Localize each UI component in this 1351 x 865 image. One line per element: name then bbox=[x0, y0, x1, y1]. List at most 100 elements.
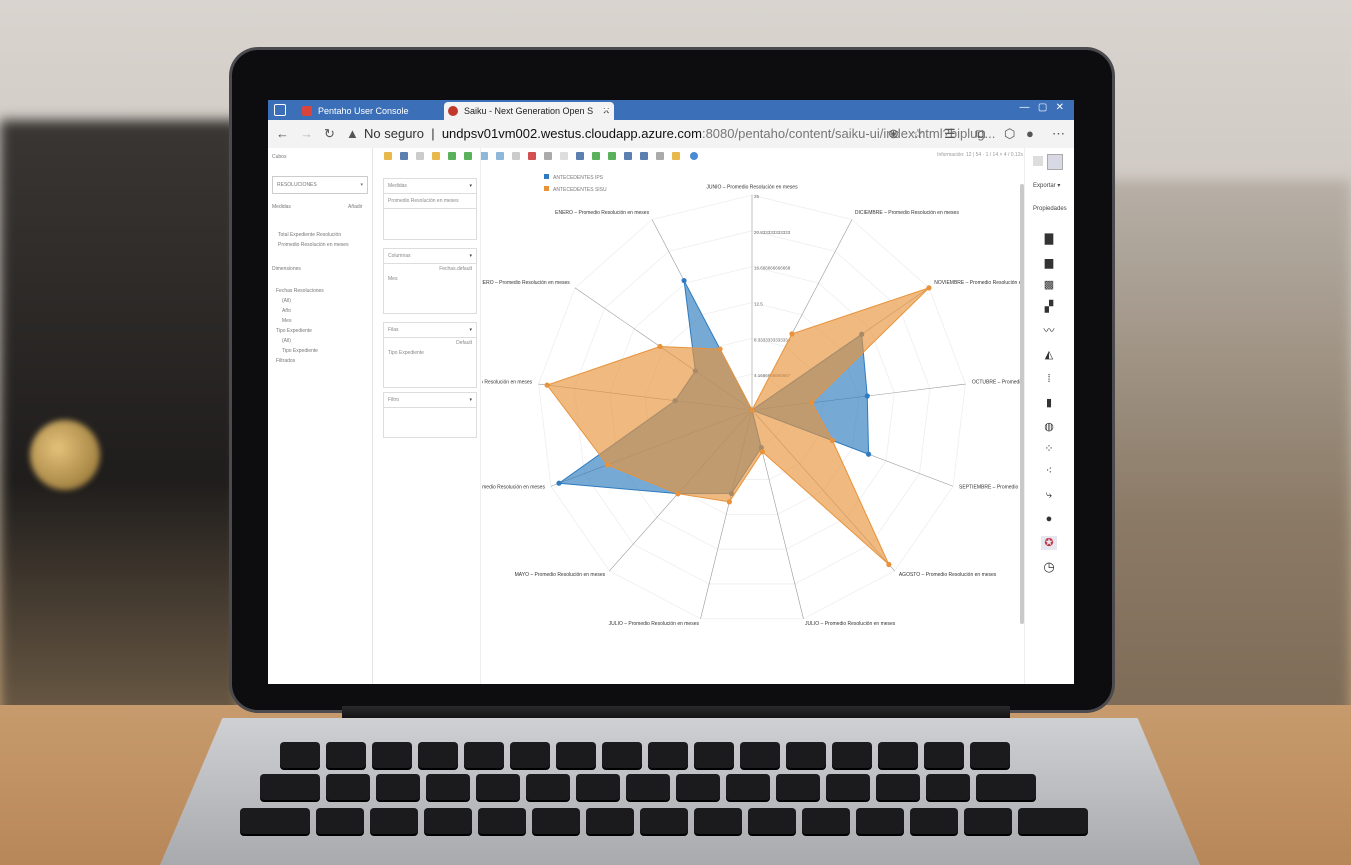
query-icon[interactable] bbox=[672, 152, 680, 160]
measure-item[interactable]: Total Expediente Resolución bbox=[278, 232, 341, 238]
table-view-icon[interactable] bbox=[1033, 156, 1043, 166]
dimension-item[interactable]: Año bbox=[282, 308, 291, 314]
toggle-fields-icon[interactable] bbox=[480, 152, 488, 160]
key[interactable] bbox=[1018, 808, 1088, 834]
key[interactable] bbox=[602, 742, 642, 768]
measures-box-item[interactable]: Promedio Resolución en meses bbox=[384, 194, 476, 209]
zoom-mode-icon[interactable] bbox=[656, 152, 664, 160]
key[interactable] bbox=[476, 774, 520, 800]
rows-drop-zone[interactable]: Filas Default Tipo Expediente bbox=[383, 322, 477, 388]
key[interactable] bbox=[924, 742, 964, 768]
profile-avatar[interactable]: ● bbox=[1026, 126, 1034, 141]
key[interactable] bbox=[740, 742, 780, 768]
filter-drop-zone[interactable]: Filtro bbox=[383, 392, 477, 438]
tab-pentaho-user-console[interactable]: Pentaho User Console ✕ bbox=[298, 102, 458, 120]
key[interactable] bbox=[910, 808, 958, 834]
dimension-item[interactable]: (All) bbox=[282, 298, 291, 304]
dimension-item[interactable]: Fechas Resoluciones bbox=[276, 288, 324, 294]
key[interactable] bbox=[748, 808, 796, 834]
key[interactable] bbox=[280, 742, 320, 768]
key[interactable] bbox=[926, 774, 970, 800]
mdx-icon[interactable] bbox=[624, 152, 632, 160]
url-field[interactable]: No seguro | undpsv01vm002.westus.cloudap… bbox=[364, 126, 995, 141]
radar-chart-icon[interactable]: ✪ bbox=[1041, 536, 1057, 550]
dot-chart-icon[interactable]: ⁖ bbox=[1041, 464, 1057, 478]
collections-icon[interactable]: ⧉ bbox=[976, 126, 985, 142]
area-chart-icon[interactable]: ◭ bbox=[1041, 348, 1057, 362]
forward-icon[interactable]: → bbox=[300, 126, 313, 141]
zoom-icon[interactable]: ⊕ bbox=[888, 126, 899, 142]
key[interactable] bbox=[876, 774, 920, 800]
key[interactable] bbox=[832, 742, 872, 768]
browser-menu-icon[interactable] bbox=[274, 104, 286, 116]
key[interactable] bbox=[240, 808, 310, 834]
dimension-item[interactable]: Tipo Expediente bbox=[282, 348, 318, 354]
key[interactable] bbox=[556, 742, 596, 768]
key[interactable] bbox=[418, 742, 458, 768]
dimension-item[interactable]: Filtrados bbox=[276, 358, 295, 364]
export-pdf-icon[interactable] bbox=[608, 152, 616, 160]
rows-box-item[interactable]: Tipo Expediente bbox=[384, 348, 476, 358]
waterfall-icon[interactable]: ⤷ bbox=[1041, 488, 1057, 502]
key[interactable] bbox=[640, 808, 688, 834]
columns-box-item[interactable]: Mes bbox=[384, 274, 476, 284]
key[interactable] bbox=[464, 742, 504, 768]
add-measure-button[interactable]: Añadir bbox=[348, 204, 362, 210]
favorite-icon[interactable]: ☆ bbox=[912, 126, 924, 142]
explain-icon[interactable] bbox=[640, 152, 648, 160]
key[interactable] bbox=[316, 808, 364, 834]
dimension-item[interactable]: Mes bbox=[282, 318, 291, 324]
key[interactable] bbox=[802, 808, 850, 834]
treemap-icon[interactable]: ▮ bbox=[1041, 396, 1057, 410]
key[interactable] bbox=[648, 742, 688, 768]
key[interactable] bbox=[776, 774, 820, 800]
multi-bar-icon[interactable]: ▞ bbox=[1041, 300, 1057, 314]
key[interactable] bbox=[426, 774, 470, 800]
key[interactable] bbox=[510, 742, 550, 768]
filter-icon[interactable] bbox=[560, 152, 568, 160]
more-icon[interactable]: ⋯ bbox=[1052, 126, 1065, 142]
key[interactable] bbox=[786, 742, 826, 768]
key[interactable] bbox=[970, 742, 1010, 768]
key[interactable] bbox=[726, 774, 770, 800]
info-icon[interactable] bbox=[690, 152, 698, 160]
key[interactable] bbox=[376, 774, 420, 800]
key[interactable] bbox=[694, 742, 734, 768]
key[interactable] bbox=[826, 774, 870, 800]
export-xls-icon[interactable] bbox=[576, 152, 584, 160]
key[interactable] bbox=[370, 808, 418, 834]
key[interactable] bbox=[976, 774, 1036, 800]
key[interactable] bbox=[676, 774, 720, 800]
export-csv-icon[interactable] bbox=[592, 152, 600, 160]
back-icon[interactable]: ← bbox=[276, 126, 289, 141]
key[interactable] bbox=[372, 742, 412, 768]
non-empty-icon[interactable] bbox=[512, 152, 520, 160]
dimension-item[interactable]: (All) bbox=[282, 338, 291, 344]
properties-button[interactable]: Propiedades bbox=[1033, 206, 1067, 212]
swap-axis-icon[interactable] bbox=[528, 152, 536, 160]
new-tab-icon[interactable]: + bbox=[602, 100, 610, 118]
measure-item[interactable]: Promedio Resolución en meses bbox=[278, 242, 349, 248]
pie-chart-icon[interactable]: ● bbox=[1041, 512, 1057, 526]
bar-chart-icon[interactable]: ▇ bbox=[1041, 232, 1057, 246]
columns-drop-zone[interactable]: Columnas Fechas.default Mes bbox=[383, 248, 477, 314]
key[interactable] bbox=[586, 808, 634, 834]
clock-icon[interactable]: ◷ bbox=[1041, 560, 1057, 574]
stacked-bar-icon[interactable]: ▆ bbox=[1041, 256, 1057, 270]
100-stacked-bar-icon[interactable]: ▩ bbox=[1041, 278, 1057, 292]
key[interactable] bbox=[964, 808, 1012, 834]
key[interactable] bbox=[326, 742, 366, 768]
tab-saiku[interactable]: Saiku - Next Generation Open S ✕ bbox=[444, 102, 614, 120]
heatgrid-icon[interactable]: ⁞ bbox=[1041, 372, 1057, 386]
multi-pie-icon[interactable]: ⁘ bbox=[1041, 442, 1057, 456]
key[interactable] bbox=[478, 808, 526, 834]
key[interactable] bbox=[626, 774, 670, 800]
favorites-list-icon[interactable]: ☰ bbox=[944, 126, 956, 142]
dimension-item[interactable]: Tipo Expediente bbox=[276, 328, 312, 334]
export-button[interactable]: Exportar ▾ bbox=[1033, 182, 1060, 189]
key[interactable] bbox=[576, 774, 620, 800]
key[interactable] bbox=[260, 774, 320, 800]
extensions-icon[interactable]: ⬡ bbox=[1004, 126, 1015, 142]
measures-drop-zone[interactable]: Medidas Promedio Resolución en meses bbox=[383, 178, 477, 240]
key[interactable] bbox=[424, 808, 472, 834]
